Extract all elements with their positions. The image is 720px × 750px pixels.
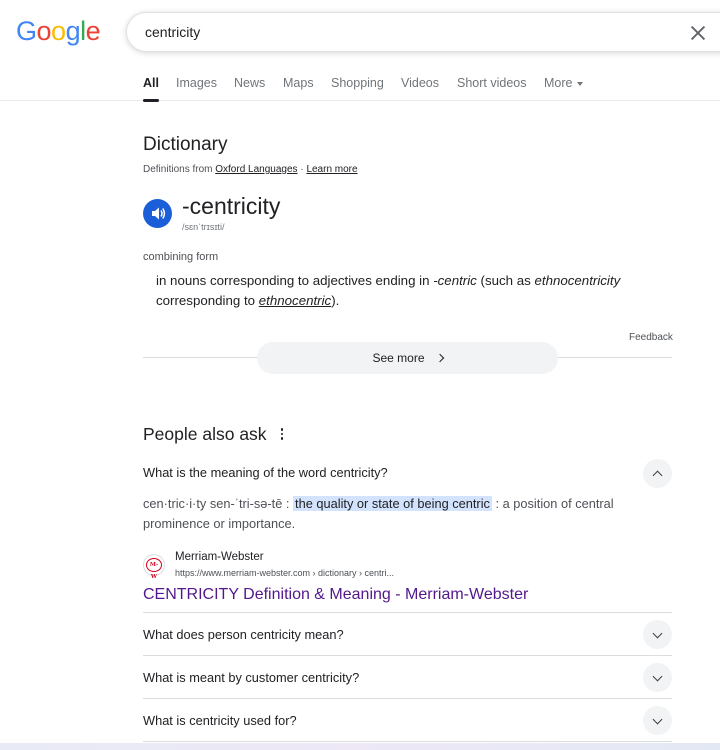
tab-maps[interactable]: Maps	[283, 76, 314, 90]
definition-emphasis: -centric	[433, 273, 477, 288]
definitions-from-label: Definitions from	[143, 164, 213, 175]
search-input[interactable]: centricity	[145, 24, 200, 40]
divider	[143, 698, 672, 699]
logo-letter: G	[16, 16, 37, 46]
paa-question[interactable]: What does person centricity mean?	[143, 619, 672, 649]
tab-more[interactable]: More	[544, 76, 584, 90]
logo-letter: e	[85, 16, 101, 46]
see-more-label: See more	[372, 351, 425, 365]
logo-letter: o	[51, 16, 66, 46]
divider	[143, 655, 672, 656]
answer-highlight: the quality or state of being centric	[293, 496, 492, 511]
paa-question[interactable]: What is meant by customer centricity?	[143, 662, 672, 692]
paa-question-text: What is meant by customer centricity?	[143, 670, 360, 685]
word-type: combining form	[143, 251, 219, 263]
learn-more-link[interactable]: Learn more	[306, 164, 357, 175]
tab-short-videos[interactable]: Short videos	[457, 76, 526, 90]
tab-all[interactable]: All	[143, 76, 159, 102]
caret-down-icon	[577, 81, 584, 86]
paa-question[interactable]: What is centricity used for?	[143, 705, 672, 735]
definition-text: (such as	[480, 273, 531, 288]
chevron-down-icon[interactable]	[643, 706, 672, 735]
definition-text: ).	[331, 293, 340, 308]
speaker-icon	[152, 207, 166, 220]
paa-question-expanded[interactable]: What is the meaning of the word centrici…	[143, 458, 672, 488]
chevron-up-icon[interactable]	[643, 459, 672, 488]
dictionary-source: Definitions from Oxford Languages · Lear…	[143, 164, 358, 175]
google-logo[interactable]: Google	[16, 16, 101, 47]
tab-news[interactable]: News	[234, 76, 265, 90]
definition-text: in nouns corresponding to adjectives end…	[156, 273, 430, 288]
source-url[interactable]: https://www.merriam-webster.com › dictio…	[175, 568, 394, 578]
bottom-bar	[0, 743, 720, 750]
divider	[143, 612, 672, 613]
tab-images[interactable]: Images	[176, 76, 217, 90]
paa-question-text: What does person centricity mean?	[143, 627, 344, 642]
ethnocentric-link[interactable]: ethnocentric	[259, 293, 331, 308]
result-title-link[interactable]: CENTRICITY Definition & Meaning - Merria…	[143, 586, 528, 604]
merriam-webster-favicon: M-W	[143, 554, 165, 580]
close-icon[interactable]	[687, 22, 709, 44]
logo-letter: g	[65, 16, 81, 46]
search-tabs: All Images News Maps Shopping Videos Sho…	[0, 70, 720, 102]
more-options-icon[interactable]	[279, 428, 285, 442]
definition-text: corresponding to	[156, 293, 256, 308]
paa-answer: cen·tric·i·ty sen-ˈtri-sə-tē : the quali…	[143, 494, 663, 533]
search-box[interactable]: centricity	[126, 12, 720, 52]
tab-shopping[interactable]: Shopping	[331, 76, 384, 90]
separator: ·	[300, 164, 304, 175]
tab-videos[interactable]: Videos	[401, 76, 439, 90]
source-name[interactable]: Merriam-Webster	[175, 551, 264, 563]
phonetic: /sɛnˈtrɪsɪti/	[182, 222, 225, 232]
logo-letter: o	[36, 16, 52, 46]
chevron-down-icon[interactable]	[643, 620, 672, 649]
pronunciation-button[interactable]	[143, 199, 172, 228]
definition-emphasis: ethnocentricity	[534, 273, 621, 288]
dictionary-word: -centricity	[182, 193, 281, 219]
paa-question-text: What is the meaning of the word centrici…	[143, 465, 388, 480]
feedback-link[interactable]: Feedback	[629, 332, 673, 343]
favicon-text: M-W	[146, 558, 162, 580]
chevron-right-icon	[435, 353, 444, 363]
definition: in nouns corresponding to adjectives end…	[156, 271, 676, 311]
divider	[143, 741, 672, 742]
oxford-languages-link[interactable]: Oxford Languages	[215, 164, 297, 175]
answer-text: cen·tric·i·ty sen-ˈtri-sə-tē :	[143, 496, 290, 511]
people-also-ask-title: People also ask	[143, 424, 267, 444]
paa-question-text: What is centricity used for?	[143, 713, 297, 728]
tab-more-label: More	[544, 76, 573, 90]
see-more-button[interactable]: See more	[257, 342, 558, 374]
chevron-down-icon[interactable]	[643, 663, 672, 692]
dictionary-title: Dictionary	[143, 134, 228, 155]
